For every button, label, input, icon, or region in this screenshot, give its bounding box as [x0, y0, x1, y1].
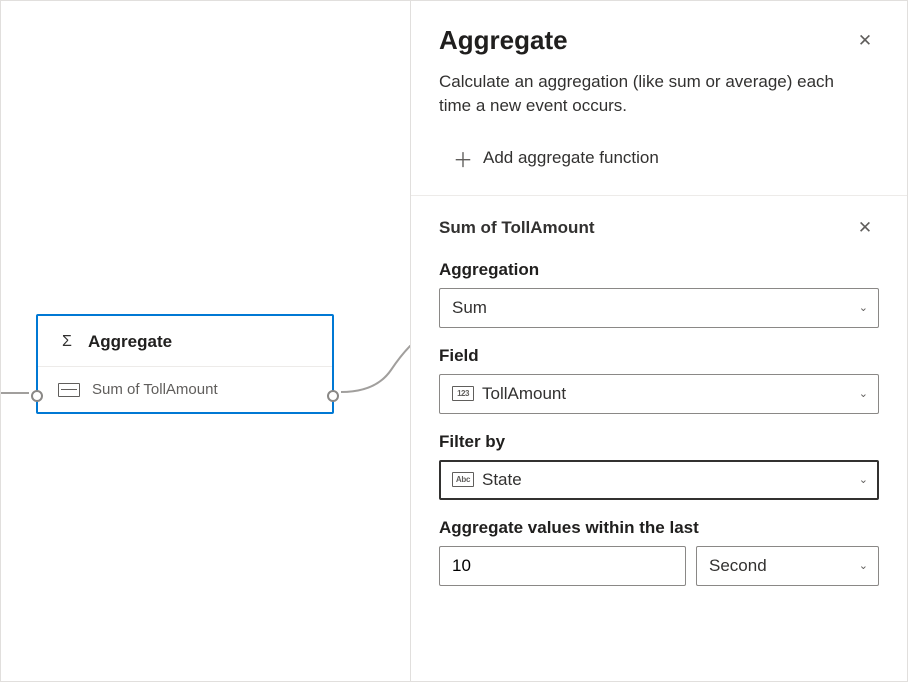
node-header: Σ Aggregate [38, 316, 332, 367]
close-panel-button[interactable]: ✕ [851, 27, 879, 55]
time-unit-dropdown[interactable]: Second ⌄ [696, 546, 879, 586]
canvas-area[interactable]: Σ Aggregate Sum of TollAmount [1, 1, 411, 681]
close-icon: ✕ [858, 218, 872, 238]
chevron-down-icon: ⌄ [859, 387, 868, 400]
properties-panel: Aggregate ✕ Calculate an aggregation (li… [411, 1, 907, 681]
field-label: Field [439, 346, 879, 366]
node-field-label: Sum of TollAmount [92, 381, 218, 398]
field-dropdown[interactable]: 123 TollAmount ⌄ [439, 374, 879, 414]
panel-header: Aggregate ✕ Calculate an aggregation (li… [411, 1, 907, 195]
time-unit-value: Second [709, 556, 767, 576]
remove-aggregate-button[interactable]: ✕ [851, 214, 879, 242]
numeric-type-icon: 123 [452, 386, 474, 401]
aggregation-value: Sum [452, 298, 487, 318]
section-title: Sum of TollAmount [439, 218, 595, 238]
node-body: Sum of TollAmount [38, 367, 332, 412]
chevron-down-icon: ⌄ [859, 301, 868, 314]
panel-description: Calculate an aggregation (like sum or av… [439, 70, 859, 118]
field-value: TollAmount [482, 384, 566, 404]
filter-by-value: State [482, 470, 522, 490]
aggregate-field-icon [58, 383, 80, 397]
port-input[interactable] [31, 390, 43, 402]
chevron-down-icon: ⌄ [859, 559, 868, 572]
aggregate-node[interactable]: Σ Aggregate Sum of TollAmount [36, 314, 334, 414]
add-aggregate-button[interactable]: ＋ Add aggregate function [439, 140, 879, 195]
aggregation-label: Aggregation [439, 260, 879, 280]
text-type-icon: Abc [452, 472, 474, 487]
time-window-label: Aggregate values within the last [439, 518, 879, 538]
port-output[interactable] [327, 390, 339, 402]
plus-icon: ＋ [453, 144, 473, 173]
close-icon: ✕ [858, 31, 872, 51]
add-aggregate-label: Add aggregate function [483, 148, 659, 168]
node-title: Aggregate [88, 332, 172, 352]
aggregate-section: Sum of TollAmount ✕ Aggregation Sum ⌄ Fi… [411, 196, 907, 614]
time-value-input[interactable] [439, 546, 686, 586]
filter-by-dropdown[interactable]: Abc State ⌄ [439, 460, 879, 500]
chevron-down-icon: ⌄ [859, 473, 868, 486]
aggregation-dropdown[interactable]: Sum ⌄ [439, 288, 879, 328]
panel-title: Aggregate [439, 25, 568, 56]
edge-incoming [1, 392, 29, 394]
sigma-icon: Σ [58, 333, 76, 351]
edge-outgoing [341, 345, 411, 393]
filter-by-label: Filter by [439, 432, 879, 452]
